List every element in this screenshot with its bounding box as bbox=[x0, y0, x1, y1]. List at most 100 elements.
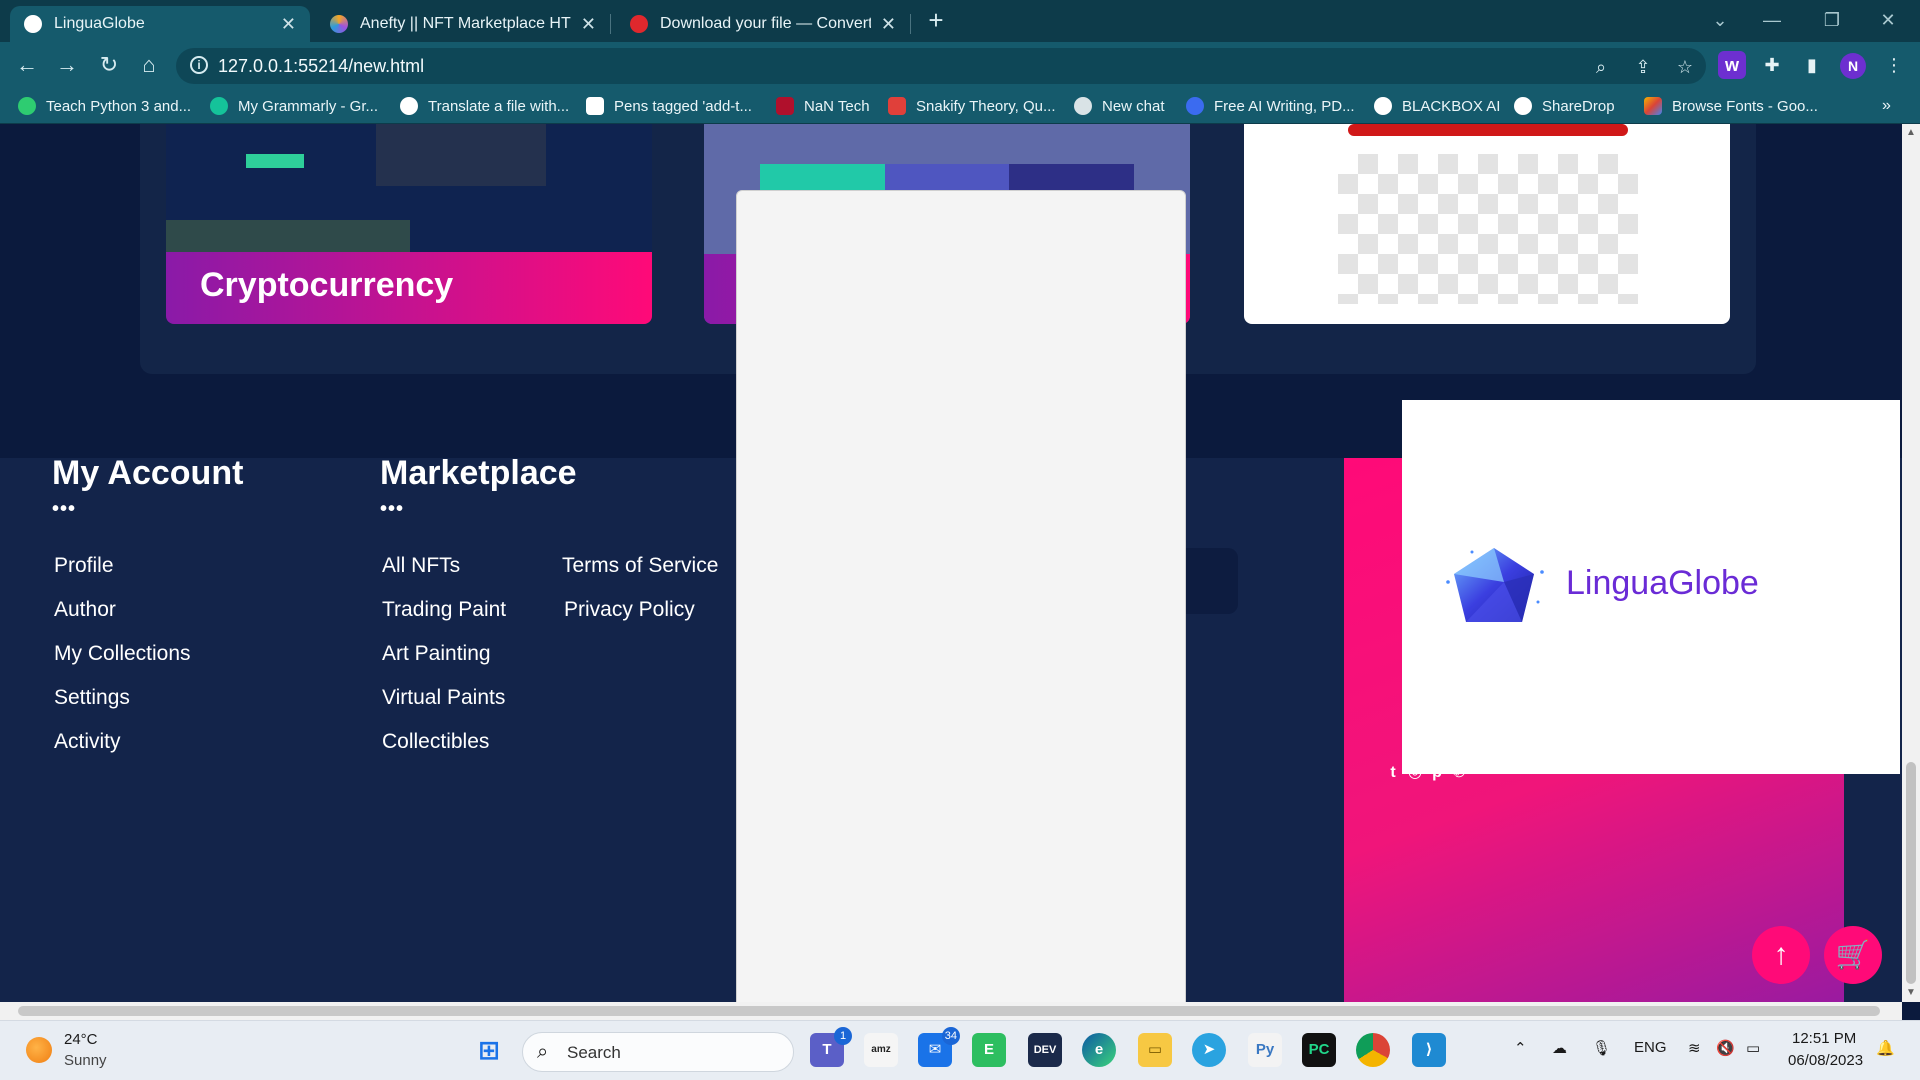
speaker-muted-icon[interactable]: 🔇 bbox=[1716, 1039, 1735, 1057]
clock-time[interactable]: 12:51 PM bbox=[1792, 1030, 1856, 1047]
teams-icon[interactable]: T1 bbox=[810, 1027, 852, 1067]
close-icon[interactable]: ✕ bbox=[581, 14, 596, 35]
bookmarks-overflow-icon[interactable]: » bbox=[1882, 95, 1891, 117]
windows-start-icon[interactable]: ⊞ bbox=[472, 1033, 506, 1067]
chevron-down-icon[interactable]: ⌄ bbox=[1700, 4, 1740, 36]
chevron-up-icon[interactable]: ⌃ bbox=[1514, 1039, 1527, 1057]
close-icon[interactable]: ✕ bbox=[881, 14, 896, 35]
zoom-icon[interactable]: ⌕ bbox=[1588, 54, 1614, 80]
footer-link-profile[interactable]: Profile bbox=[54, 554, 114, 578]
cart-button[interactable]: 🛒 bbox=[1824, 926, 1882, 984]
tab-anefty[interactable]: Anefty || NFT Marketplace HTML5 ✕ bbox=[316, 6, 610, 42]
scrollbar-thumb[interactable] bbox=[1906, 762, 1916, 984]
footer-link-my-collections[interactable]: My Collections bbox=[54, 642, 191, 666]
taskbar-search[interactable]: ⌕ Search bbox=[522, 1032, 794, 1072]
scroll-up-arrow-icon[interactable]: ▲ bbox=[1902, 124, 1920, 142]
language-indicator[interactable]: ENG bbox=[1634, 1039, 1667, 1056]
globe-icon bbox=[24, 15, 42, 33]
battery-icon[interactable]: ▭ bbox=[1746, 1039, 1760, 1057]
horizontal-scrollbar[interactable] bbox=[0, 1002, 1902, 1020]
microphone-icon[interactable]: 🎙 bbox=[1592, 1039, 1611, 1057]
footer-link-settings[interactable]: Settings bbox=[54, 686, 130, 710]
edge-icon[interactable]: e bbox=[1082, 1033, 1116, 1067]
python-file-icon[interactable]: Py bbox=[1248, 1033, 1282, 1067]
bookmark-item[interactable]: Snakify Theory, Qu... bbox=[888, 95, 1056, 117]
forward-arrow-icon[interactable]: → bbox=[52, 50, 82, 80]
category-card-crypto[interactable]: Cryptocurrency bbox=[166, 124, 652, 324]
weather-condition[interactable]: Sunny bbox=[64, 1052, 107, 1069]
vertical-scrollbar[interactable]: ▲ ▼ bbox=[1902, 124, 1920, 1002]
puzzle-extensions-icon[interactable]: ✚ bbox=[1758, 51, 1786, 79]
category-card-image[interactable] bbox=[1244, 124, 1730, 324]
codepen-icon bbox=[586, 97, 604, 115]
file-explorer-icon[interactable]: ▭ bbox=[1138, 1033, 1172, 1067]
weather-temperature[interactable]: 24°C bbox=[64, 1031, 98, 1048]
bookmark-item[interactable]: New chat bbox=[1074, 95, 1165, 117]
share-icon[interactable]: ⇪ bbox=[1630, 54, 1656, 80]
restore-button[interactable]: ❐ bbox=[1812, 4, 1852, 36]
bookmark-item[interactable]: My Grammarly - Gr... bbox=[210, 95, 378, 117]
vscode-icon[interactable]: ⟩ bbox=[1412, 1033, 1446, 1067]
footer-link-virtual-paints[interactable]: Virtual Paints bbox=[382, 686, 505, 710]
minimize-button[interactable]: — bbox=[1752, 4, 1792, 36]
more-menu-icon[interactable]: ⋮ bbox=[1880, 51, 1908, 79]
amazon-icon[interactable]: amz bbox=[864, 1033, 898, 1067]
bookmark-item[interactable]: Translate a file with... bbox=[400, 95, 569, 117]
notification-bell-icon[interactable]: 🔔 bbox=[1876, 1039, 1895, 1057]
bookmark-item[interactable]: ShareDrop bbox=[1514, 95, 1615, 117]
tab-title: LinguaGlobe bbox=[54, 15, 145, 32]
footer-heading-marketplace: Marketplace bbox=[380, 454, 577, 492]
card-preview-image bbox=[760, 164, 1135, 190]
scroll-to-top-button[interactable]: ↑ bbox=[1752, 926, 1810, 984]
close-window-button[interactable]: ✕ bbox=[1868, 4, 1908, 36]
google-fonts-icon bbox=[1644, 97, 1662, 115]
scrollbar-thumb[interactable] bbox=[18, 1006, 1880, 1016]
bookmark-item[interactable]: Teach Python 3 and... bbox=[18, 95, 191, 117]
close-icon[interactable]: ✕ bbox=[281, 14, 296, 35]
new-tab-button[interactable]: + bbox=[922, 6, 950, 34]
pycharm-icon[interactable]: PC bbox=[1302, 1033, 1336, 1067]
footer-link-author[interactable]: Author bbox=[54, 598, 116, 622]
info-icon[interactable]: i bbox=[190, 56, 208, 74]
grammarly-icon bbox=[210, 97, 228, 115]
home-icon[interactable]: ⌂ bbox=[134, 50, 164, 80]
footer-link-art-painting[interactable]: Art Painting bbox=[382, 642, 491, 666]
transparent-placeholder-image bbox=[1338, 154, 1638, 304]
bookmark-item[interactable]: Free AI Writing, PD... bbox=[1186, 95, 1355, 117]
address-bar[interactable]: i 127.0.0.1:55214/new.html ⌕ ⇪ ☆ bbox=[176, 48, 1706, 84]
twitter-icon[interactable]: t bbox=[1384, 764, 1402, 782]
dev-icon[interactable]: DEV bbox=[1028, 1033, 1062, 1067]
clock-date[interactable]: 06/08/2023 bbox=[1788, 1052, 1863, 1069]
telegram-icon[interactable]: ➤ bbox=[1192, 1033, 1226, 1067]
newsletter-input-edge[interactable] bbox=[1184, 548, 1238, 614]
tab-linguaglobe[interactable]: LinguaGlobe ✕ bbox=[10, 6, 310, 42]
footer-link-privacy-policy[interactable]: Privacy Policy bbox=[564, 598, 695, 622]
url-text[interactable]: 127.0.0.1:55214/new.html bbox=[218, 56, 424, 77]
bookmark-item[interactable]: NaN Tech bbox=[776, 95, 870, 117]
footer-link-activity[interactable]: Activity bbox=[54, 730, 121, 754]
reload-icon[interactable]: ↻ bbox=[94, 50, 124, 80]
footer-link-trading-paint[interactable]: Trading Paint bbox=[382, 598, 506, 622]
sun-icon[interactable] bbox=[26, 1037, 52, 1063]
back-arrow-icon[interactable]: ← bbox=[12, 50, 42, 80]
bookmark-item[interactable]: BLACKBOX AI bbox=[1374, 95, 1500, 117]
tab-convertio[interactable]: Download your file — Convertio ✕ bbox=[616, 6, 910, 42]
bookmark-item[interactable]: Pens tagged 'add-t... bbox=[586, 95, 752, 117]
convertio-favicon-icon bbox=[630, 15, 648, 33]
heading-underline-dots: ••• bbox=[380, 498, 405, 520]
evernote-icon[interactable]: E bbox=[972, 1033, 1006, 1067]
onedrive-icon[interactable]: ☁ bbox=[1552, 1039, 1567, 1057]
star-icon[interactable]: ☆ bbox=[1672, 54, 1698, 80]
wifi-icon[interactable]: ≋ bbox=[1688, 1039, 1701, 1057]
chrome-icon[interactable] bbox=[1356, 1033, 1390, 1067]
footer-link-all-nfts[interactable]: All NFTs bbox=[382, 554, 460, 578]
wordtune-extension-icon[interactable]: w bbox=[1718, 51, 1746, 79]
mail-icon[interactable]: ✉ 34 bbox=[918, 1027, 960, 1067]
footer-link-terms-of-service[interactable]: Terms of Service bbox=[562, 554, 718, 578]
footer-link-collectibles[interactable]: Collectibles bbox=[382, 730, 489, 754]
bookmark-item[interactable]: Browse Fonts - Goo... bbox=[1644, 95, 1818, 117]
scroll-down-arrow-icon[interactable]: ▼ bbox=[1902, 984, 1920, 1002]
chatgpt-icon bbox=[1074, 97, 1092, 115]
profile-avatar[interactable]: N bbox=[1840, 53, 1866, 79]
side-panel-icon[interactable]: ▮ bbox=[1798, 51, 1826, 79]
